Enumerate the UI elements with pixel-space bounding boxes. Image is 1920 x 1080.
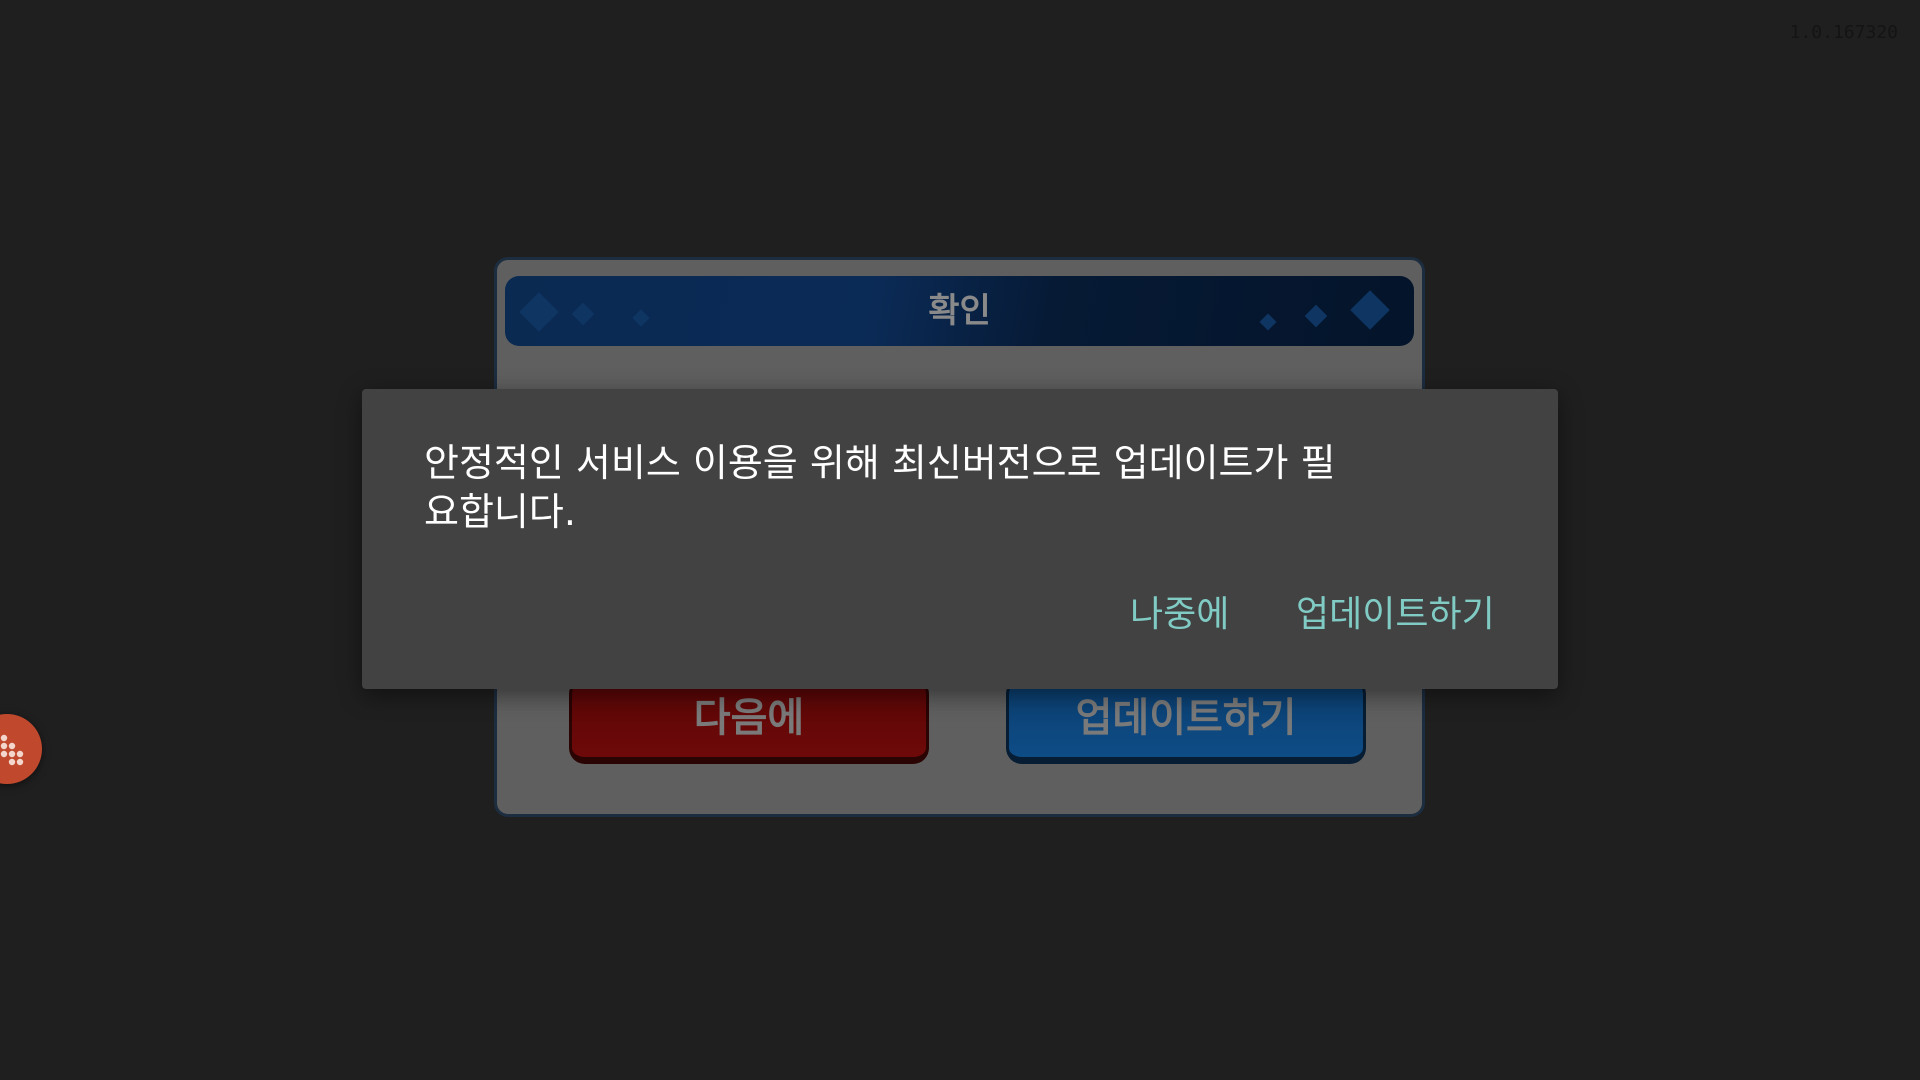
game-later-button[interactable]: 다음에 [569,678,929,764]
alert-update-button[interactable]: 업데이트하기 [1296,585,1495,645]
app-screen: 1.0.167320 확인 다음에 업데이트하기 안정적인 서비스 이용을 위해… [0,0,1920,1080]
game-update-button[interactable]: 업데이트하기 [1006,678,1366,764]
game-dialog-header: 확인 [505,276,1414,346]
dots-grid-icon [0,734,24,766]
version-label: 1.0.167320 [1789,22,1898,43]
alert-message: 안정적인 서비스 이용을 위해 최신버전으로 업데이트가 필요합니다. [424,441,1336,534]
update-alert-dialog: 안정적인 서비스 이용을 위해 최신버전으로 업데이트가 필요합니다. 나중에 … [362,389,1558,689]
floating-assist-button[interactable] [0,714,42,784]
alert-later-button[interactable]: 나중에 [1130,585,1229,645]
game-dialog-title: 확인 [928,291,991,331]
